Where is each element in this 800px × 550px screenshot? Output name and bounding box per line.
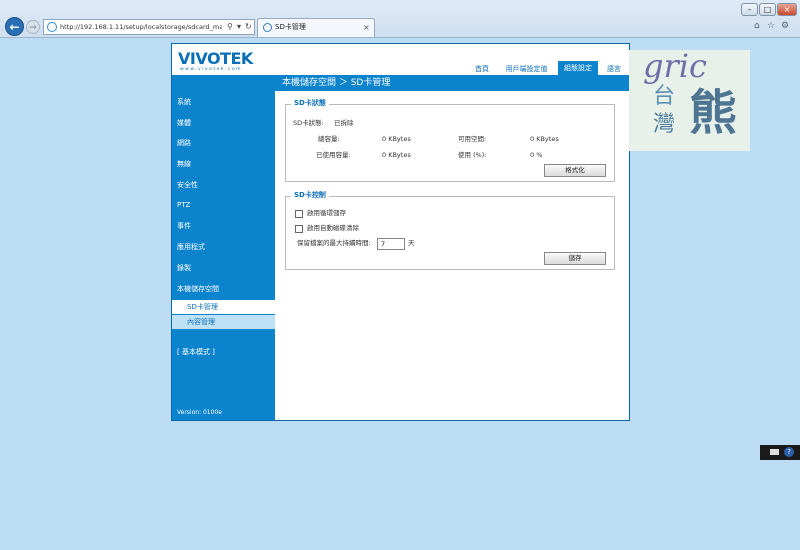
- back-button[interactable]: ←: [5, 17, 24, 36]
- retention-days-input[interactable]: 7: [377, 238, 405, 250]
- format-button[interactable]: 格式化: [544, 164, 606, 177]
- sd-status-value: 已拆除: [334, 119, 354, 127]
- sidebar-subitem-content-management[interactable]: 內容管理: [172, 315, 275, 329]
- nav-configuration[interactable]: 組態設定: [558, 61, 598, 75]
- sd-status-title: SD卡狀態: [291, 99, 329, 108]
- retention-unit: 天: [408, 239, 415, 247]
- gear-icon[interactable]: ⚙: [781, 20, 789, 32]
- sidebar-item-recording[interactable]: 錄製: [177, 263, 272, 273]
- sd-control-title: SD卡控制: [291, 191, 329, 200]
- sidebar-item-network[interactable]: 網路: [177, 138, 272, 148]
- sidebar-item-security[interactable]: 安全性: [177, 180, 272, 190]
- save-button[interactable]: 儲存: [544, 252, 606, 265]
- nav-language[interactable]: 語言: [603, 63, 625, 75]
- tab-page-icon: [263, 23, 272, 32]
- tab-close-icon[interactable]: ×: [363, 22, 370, 33]
- dropdown-icon[interactable]: ▾: [237, 21, 241, 33]
- forward-button[interactable]: →: [26, 20, 40, 34]
- cyclic-storage-label: 啟用循環儲存: [307, 209, 346, 217]
- vivotek-logo[interactable]: VIVOTEK www.vivotek.com: [178, 50, 268, 74]
- nav-home[interactable]: 首頁: [470, 63, 494, 75]
- total-capacity-value: 0 KBytes: [382, 135, 411, 143]
- free-space-value: 0 KBytes: [530, 135, 559, 143]
- logo-text: VIVOTEK: [178, 49, 253, 68]
- auto-cleanup-checkbox[interactable]: [295, 225, 303, 233]
- breadcrumb: 本機儲存空間 ＞ SD卡管理: [282, 78, 391, 88]
- sd-status-label: SD卡狀態:: [293, 119, 324, 127]
- browser-tab[interactable]: SD卡管理 ×: [257, 18, 375, 37]
- basic-mode-link[interactable]: [ 基本模式 ]: [177, 347, 272, 357]
- firmware-version: Version: 0100e: [177, 409, 222, 416]
- search-icon[interactable]: ⚲: [227, 21, 233, 33]
- used-capacity-label: 已使用容量:: [316, 151, 351, 159]
- sidebar-item-media[interactable]: 媒體: [177, 118, 272, 128]
- ie-page-icon: [47, 22, 57, 32]
- address-url[interactable]: http://192.168.1.11/setup/localstorage/s…: [60, 22, 222, 33]
- address-bar[interactable]: http://192.168.1.11/setup/localstorage/s…: [43, 19, 255, 35]
- keyboard-icon[interactable]: [770, 449, 779, 455]
- logo-tagline: www.vivotek.com: [180, 67, 243, 72]
- watermark-char-1: 台: [653, 84, 676, 109]
- star-icon[interactable]: ☆: [767, 20, 775, 32]
- retention-label: 保留檔案的最大持續時間:: [297, 239, 371, 247]
- sidebar-item-applications[interactable]: 應用程式: [177, 242, 272, 252]
- usage-percent-value: 0 %: [530, 151, 543, 159]
- help-icon[interactable]: ?: [784, 447, 794, 457]
- free-space-label: 可用空間:: [458, 135, 487, 143]
- watermark-char-2: 灣: [653, 112, 676, 137]
- auto-cleanup-label: 啟用自動磁碟清除: [307, 224, 359, 232]
- sidebar-item-ptz[interactable]: PTZ: [177, 200, 272, 210]
- usage-percent-label: 使用 (%):: [458, 151, 487, 159]
- tab-title: SD卡管理: [275, 23, 306, 31]
- sidebar-item-event[interactable]: 事件: [177, 221, 272, 231]
- used-capacity-value: 0 KBytes: [382, 151, 411, 159]
- watermark-bear: 熊: [689, 85, 738, 141]
- total-capacity-label: 總容量:: [318, 135, 340, 143]
- sidebar-subitem-sd-management[interactable]: SD卡管理: [172, 300, 275, 314]
- watermark-logo: gric 台 灣 熊: [629, 47, 750, 151]
- floating-widget[interactable]: ?: [760, 445, 800, 460]
- close-window-button[interactable]: ×: [777, 3, 797, 16]
- refresh-icon[interactable]: ↻: [245, 21, 252, 33]
- home-icon[interactable]: ⌂: [754, 20, 760, 32]
- sidebar-item-wireless[interactable]: 無線: [177, 159, 272, 169]
- sidebar-item-system[interactable]: 系統: [177, 97, 272, 107]
- watermark-gric: gric: [643, 47, 707, 85]
- cyclic-storage-checkbox[interactable]: [295, 210, 303, 218]
- nav-client-settings[interactable]: 用戶端設定值: [500, 63, 553, 75]
- maximize-button[interactable]: □: [759, 3, 776, 16]
- minimize-button[interactable]: –: [741, 3, 758, 16]
- sidebar-item-local-storage[interactable]: 本機儲存空間: [177, 284, 272, 294]
